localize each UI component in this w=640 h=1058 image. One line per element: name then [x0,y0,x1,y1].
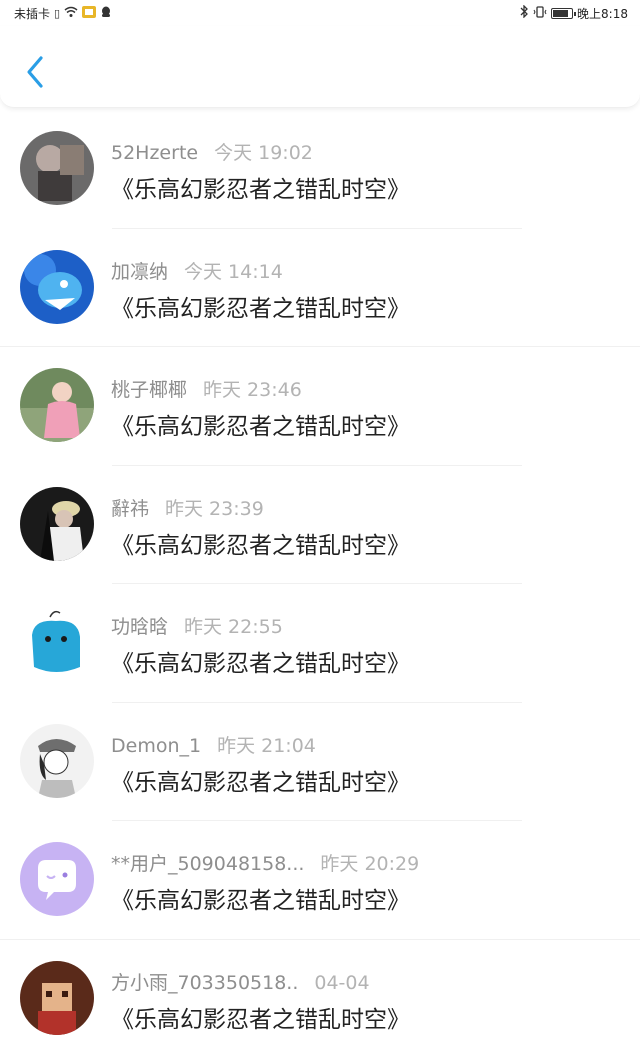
timestamp: 昨天 21:04 [217,731,316,758]
avatar[interactable] [20,131,94,205]
timestamp: 昨天 20:29 [320,849,419,876]
username[interactable]: 加凛纳 [111,257,168,284]
note-list: 52Hzerte 今天 19:02 《乐高幻影忍者之错乱时空》 加凛纳 今天 1… [0,110,640,1058]
item-meta: 52Hzerte 今天 19:02 [111,138,313,165]
item-meta: 加凛纳 今天 14:14 [111,257,283,284]
status-right: 晚上8:18 [519,5,628,22]
item-meta: 辭祎 昨天 23:39 [111,494,264,521]
timestamp: 04-04 [314,972,369,994]
item-title[interactable]: 《乐高幻影忍者之错乱时空》 [111,407,410,441]
list-item[interactable]: 辭祎 昨天 23:39 《乐高幻影忍者之错乱时空》 [0,466,640,585]
list-item[interactable]: 加凛纳 今天 14:14 《乐高幻影忍者之错乱时空》 [0,229,640,348]
list-item[interactable]: 功晗晗 昨天 22:55 《乐高幻影忍者之错乱时空》 [0,584,640,703]
timestamp: 今天 14:14 [184,257,283,284]
avatar[interactable] [20,724,94,798]
item-title[interactable]: 《乐高幻影忍者之错乱时空》 [111,526,410,560]
item-meta: Demon_1 昨天 21:04 [111,731,316,758]
sim-icon: ▯ [54,7,60,20]
item-title[interactable]: 《乐高幻影忍者之错乱时空》 [111,644,410,678]
list-item[interactable]: **用户_509048158... 昨天 20:29 《乐高幻影忍者之错乱时空》 [0,821,640,940]
bluetooth-icon [519,5,529,21]
item-title[interactable]: 《乐高幻影忍者之错乱时空》 [111,170,410,204]
list-item[interactable]: 方小雨_703350518.. 04-04 《乐高幻影忍者之错乱时空》 [0,940,640,1058]
item-meta: 桃子椰椰 昨天 23:46 [111,375,302,402]
username[interactable]: **用户_509048158... [111,849,304,876]
wifi-icon [64,6,78,21]
list-item[interactable]: 52Hzerte 今天 19:02 《乐高幻影忍者之错乱时空》 [0,110,640,229]
username[interactable]: 52Hzerte [111,142,198,164]
status-time: 晚上8:18 [577,5,628,22]
item-meta: **用户_509048158... 昨天 20:29 [111,849,419,876]
item-title[interactable]: 《乐高幻影忍者之错乱时空》 [111,881,410,915]
vibrate-icon [533,6,547,21]
battery-icon [551,8,573,19]
timestamp: 昨天 22:55 [184,612,283,639]
list-item[interactable]: Demon_1 昨天 21:04 《乐高幻影忍者之错乱时空》 [0,703,640,822]
item-title[interactable]: 《乐高幻影忍者之错乱时空》 [111,289,410,323]
carrier-label: 未插卡 [14,5,50,22]
status-bar: 未插卡 ▯ 晚上8:18 [0,0,640,26]
avatar[interactable] [20,250,94,324]
app-notification-icon [82,6,96,21]
username[interactable]: Demon_1 [111,735,201,757]
timestamp: 昨天 23:39 [165,494,264,521]
item-meta: 功晗晗 昨天 22:55 [111,612,283,639]
back-button[interactable] [18,52,52,92]
qq-icon [100,6,112,21]
chevron-left-icon [25,55,45,89]
username[interactable]: 辭祎 [111,494,149,521]
battery-fill [553,10,568,17]
list-item[interactable]: 桃子椰椰 昨天 23:46 《乐高幻影忍者之错乱时空》 [0,347,640,466]
avatar[interactable] [20,487,94,561]
timestamp: 昨天 23:46 [203,375,302,402]
username[interactable]: 桃子椰椰 [111,375,187,402]
avatar[interactable] [20,605,94,679]
item-title[interactable]: 《乐高幻影忍者之错乱时空》 [111,1000,410,1034]
status-left: 未插卡 ▯ [14,5,112,22]
username[interactable]: 方小雨_703350518.. [111,968,298,995]
item-title[interactable]: 《乐高幻影忍者之错乱时空》 [111,763,410,797]
item-meta: 方小雨_703350518.. 04-04 [111,968,370,995]
avatar[interactable] [20,842,94,916]
top-navigation-bar [0,26,640,108]
timestamp: 今天 19:02 [214,138,313,165]
username[interactable]: 功晗晗 [111,612,168,639]
avatar[interactable] [20,368,94,442]
avatar[interactable] [20,961,94,1035]
